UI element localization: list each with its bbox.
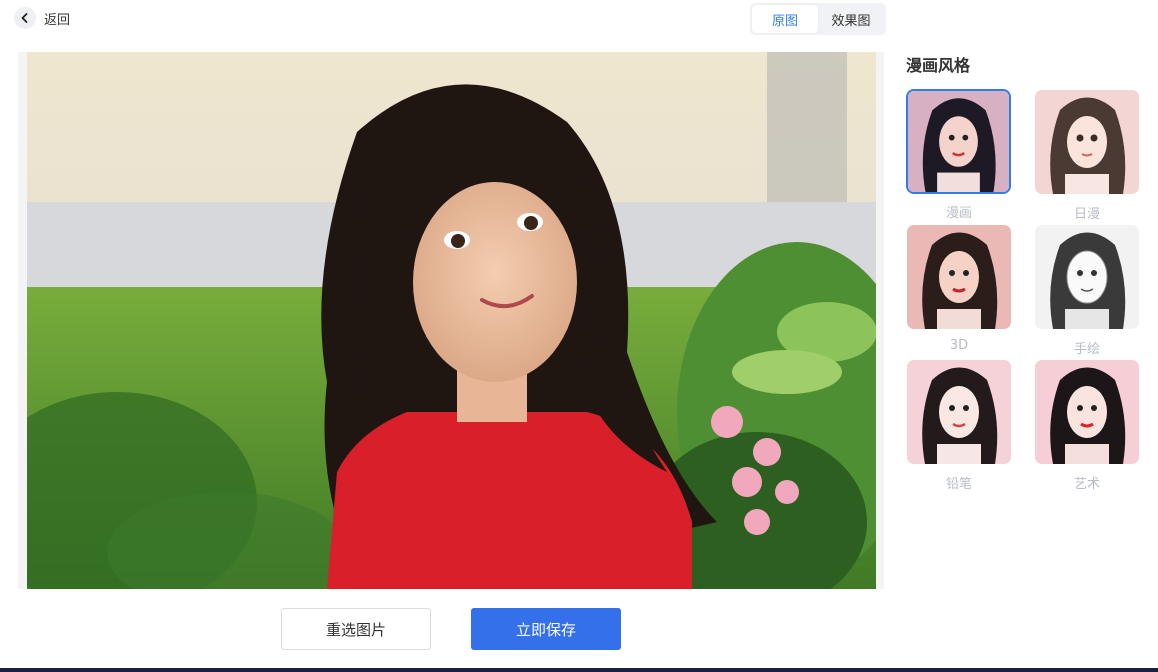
style-panel-title: 漫画风格 <box>906 56 971 75</box>
back-label: 返回 <box>44 12 71 28</box>
photo-image <box>27 52 876 589</box>
style-label: 漫画 <box>945 206 972 221</box>
style-label: 手绘 <box>1073 342 1100 357</box>
style-label: 艺术 <box>1073 477 1100 492</box>
tab-original[interactable]: 原图 <box>752 5 818 33</box>
bottom-strip <box>0 668 1158 672</box>
style-option-manhua[interactable]: 漫画 <box>906 89 1012 221</box>
style-option-rimanh[interactable]: 日漫 <box>1034 89 1140 222</box>
tab-effect[interactable]: 效果图 <box>818 5 884 33</box>
view-toggle: 原图 效果图 <box>750 3 886 35</box>
style-thumbnail <box>1034 89 1140 195</box>
style-thumbnail <box>906 359 1012 465</box>
style-label: 日漫 <box>1073 207 1100 222</box>
back-button[interactable]: 返回 <box>14 7 70 29</box>
style-thumbnail <box>906 89 1011 194</box>
style-option-3d[interactable]: 3D <box>906 224 1012 353</box>
style-thumbnail <box>906 224 1012 330</box>
style-option-art[interactable]: 艺术 <box>1034 359 1140 492</box>
style-label: 铅笔 <box>945 477 972 492</box>
style-thumbnail <box>1034 359 1140 465</box>
photo-canvas <box>18 52 884 589</box>
style-thumbnail <box>1034 224 1140 330</box>
style-option-pencil[interactable]: 铅笔 <box>906 359 1012 492</box>
chevron-left-icon <box>14 7 36 29</box>
reselect-image-button[interactable]: 重选图片 <box>281 608 431 650</box>
style-label: 3D <box>949 338 969 353</box>
save-now-button[interactable]: 立即保存 <box>471 608 621 650</box>
style-option-hand-drawn[interactable]: 手绘 <box>1034 224 1140 357</box>
